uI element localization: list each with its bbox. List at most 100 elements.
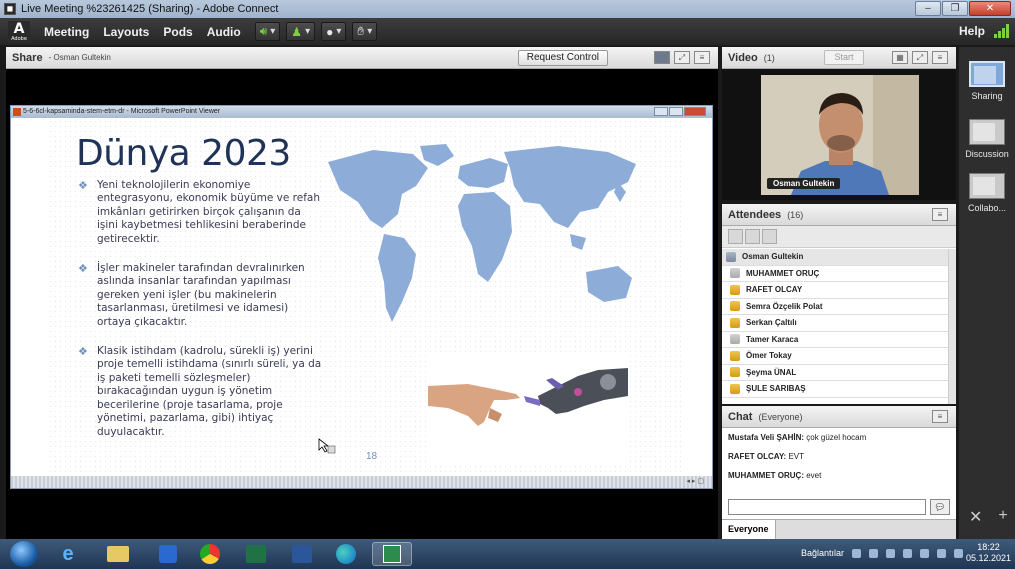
- pod-menu-icon[interactable]: ≡: [932, 410, 948, 423]
- layout-thumbnail: [969, 119, 1005, 145]
- start-button[interactable]: [10, 541, 38, 567]
- pod-menu-icon[interactable]: ≡: [932, 208, 948, 221]
- edge-taskbar-button[interactable]: [326, 542, 366, 566]
- minimize-button[interactable]: –: [915, 1, 941, 16]
- add-layout-icon[interactable]: +: [998, 507, 1007, 527]
- attendee-row[interactable]: Ömer Tokay: [722, 348, 948, 365]
- tray-icon[interactable]: [886, 548, 895, 558]
- attendee-row[interactable]: Semra Özçelik Polat: [722, 299, 948, 315]
- user-status-button[interactable]: ● ▾: [321, 22, 347, 41]
- menu-layouts[interactable]: Layouts: [103, 25, 149, 39]
- chevron-down-icon: ▾: [336, 26, 342, 37]
- video-count: (1): [763, 52, 775, 63]
- ppt-nav-icons[interactable]: ◂ ▸ ▢: [686, 477, 704, 485]
- close-layout-icon[interactable]: ✕: [969, 507, 982, 527]
- pod-menu-icon[interactable]: ≡: [694, 51, 710, 64]
- participant-icon: [730, 317, 740, 328]
- ppt-window-title: 5-6-6cl-kapsaminda-stem-etm-dr - Microso…: [23, 108, 221, 115]
- share-pod-tools: ⤢ ≡: [654, 51, 710, 64]
- video-pod-header: Video (1) Start ▦ ⤢ ≡: [722, 47, 956, 69]
- layout-discussion[interactable]: Discussion: [959, 119, 1015, 159]
- ppt-title-bar: 5-6-6cl-kapsaminda-stem-etm-dr - Microso…: [11, 106, 712, 118]
- tray-icon[interactable]: [903, 548, 912, 558]
- filmstrip-icon[interactable]: ▦: [892, 51, 908, 64]
- edge-icon: [336, 544, 356, 564]
- attendee-row[interactable]: Şeyma ÜNAL: [722, 365, 948, 381]
- links-toolbar-label[interactable]: Bağlantılar: [801, 548, 844, 558]
- chat-message: Mustafa Veli ŞAHİN: çok güzel hocam: [728, 433, 867, 442]
- full-screen-icon[interactable]: ⤢: [674, 51, 690, 64]
- attendees-pod-title: Attendees: [728, 208, 782, 221]
- slide-page-number: 18: [366, 451, 378, 462]
- chat-pod-title: Chat: [728, 410, 753, 423]
- media-taskbar-button[interactable]: [148, 542, 188, 566]
- list-view-icon[interactable]: [728, 229, 743, 244]
- menu-audio[interactable]: Audio: [207, 25, 241, 39]
- system-clock[interactable]: 18:22 05.12.2021: [966, 542, 1011, 564]
- attendee-host-row[interactable]: Osman Gultekin: [722, 249, 948, 266]
- tab-everyone[interactable]: Everyone: [722, 520, 776, 540]
- menu-help[interactable]: Help: [959, 24, 985, 38]
- tray-icon[interactable]: [869, 548, 878, 558]
- tray-icon[interactable]: [852, 548, 861, 558]
- webcam-person-image: [761, 75, 919, 195]
- chat-input[interactable]: [728, 499, 926, 515]
- ie-taskbar-button[interactable]: e: [48, 542, 88, 566]
- attendee-row[interactable]: Tamer Karaca: [722, 332, 948, 348]
- pod-menu-icon[interactable]: ≡: [932, 51, 948, 64]
- share-pod: Share - Osman Gultekin Request Control ⤢…: [6, 47, 718, 539]
- media-player-icon: [159, 545, 177, 563]
- attendee-row[interactable]: RAFET OLCAY: [722, 282, 948, 299]
- bullet-item: ❖ Yeni teknolojilerin ekonomiye entegras…: [78, 179, 320, 245]
- slide-bullets: ❖ Yeni teknolojilerin ekonomiye entegras…: [78, 179, 323, 455]
- attendee-row[interactable]: Serkan Çaltılı: [722, 315, 948, 332]
- attendees-scrollbar[interactable]: [948, 249, 956, 404]
- fit-to-width-icon[interactable]: [654, 51, 670, 64]
- full-screen-icon[interactable]: ⤢: [912, 51, 928, 64]
- powerpoint-viewer-window: 5-6-6cl-kapsaminda-stem-etm-dr - Microso…: [10, 105, 713, 489]
- sort-icon[interactable]: [762, 229, 777, 244]
- volume-icon[interactable]: [937, 548, 946, 558]
- speaker-button[interactable]: 🔊︎ ▾: [254, 22, 281, 41]
- attendee-list: Osman Gultekin MUHAMMET ORUÇ RAFET OLCAY…: [722, 249, 948, 398]
- maximize-button[interactable]: ❐: [942, 1, 968, 16]
- window-controls: – ❐ ✕: [915, 1, 1011, 16]
- explorer-taskbar-button[interactable]: [98, 542, 138, 566]
- request-control-button[interactable]: Request Control: [517, 50, 608, 66]
- bullet-diamond-icon: ❖: [78, 262, 88, 276]
- chrome-taskbar-button[interactable]: [190, 542, 230, 566]
- flag-icon[interactable]: [954, 548, 963, 558]
- attendee-row[interactable]: MUHAMMET ORUÇ: [722, 266, 948, 282]
- layout-thumbnail: [969, 61, 1005, 87]
- presenter-name: - Osman Gultekin: [48, 53, 111, 62]
- chat-pod-tools: ≡: [932, 410, 948, 423]
- raise-hand-button[interactable]: ✋︎ ▾: [352, 22, 378, 41]
- layout-collaboration[interactable]: Collabo...: [959, 173, 1015, 213]
- ppt-maximize-button[interactable]: [669, 107, 683, 116]
- chat-pod: Chat (Everyone) ≡ Mustafa Veli ŞAHİN: ço…: [722, 406, 956, 540]
- start-webcam-button[interactable]: Start: [824, 50, 864, 65]
- title-bar: ◼ Live Meeting %23261425 (Sharing) - Ado…: [0, 0, 1015, 18]
- breakout-view-icon[interactable]: [745, 229, 760, 244]
- excel-taskbar-button[interactable]: [236, 542, 276, 566]
- menu-pods[interactable]: Pods: [163, 25, 192, 39]
- menu-meeting[interactable]: Meeting: [44, 25, 89, 39]
- adobe-connect-taskbar-button[interactable]: [372, 542, 412, 566]
- ppt-minimize-button[interactable]: [654, 107, 668, 116]
- network-icon[interactable]: [920, 548, 929, 558]
- presenter-icon: [730, 268, 740, 279]
- video-pod: Video (1) Start ▦ ⤢ ≡ Osman Gultekin: [722, 47, 956, 200]
- ppt-close-button[interactable]: [684, 107, 706, 116]
- layout-sharing[interactable]: Sharing: [959, 61, 1015, 101]
- cursor-icon: [318, 438, 336, 454]
- presenter-icon: [730, 334, 740, 345]
- word-taskbar-button[interactable]: [282, 542, 322, 566]
- send-message-button[interactable]: 💬︎: [930, 499, 950, 515]
- adobe-logo: A Adobe: [8, 20, 30, 43]
- attendee-row[interactable]: ŞULE SARIBAŞ: [722, 381, 948, 398]
- camera-button[interactable]: ♟ ▾: [286, 22, 316, 41]
- participant-icon: [730, 367, 740, 378]
- webcam-video: Osman Gultekin: [761, 75, 919, 195]
- folder-icon: [107, 546, 129, 562]
- close-button[interactable]: ✕: [969, 1, 1011, 16]
